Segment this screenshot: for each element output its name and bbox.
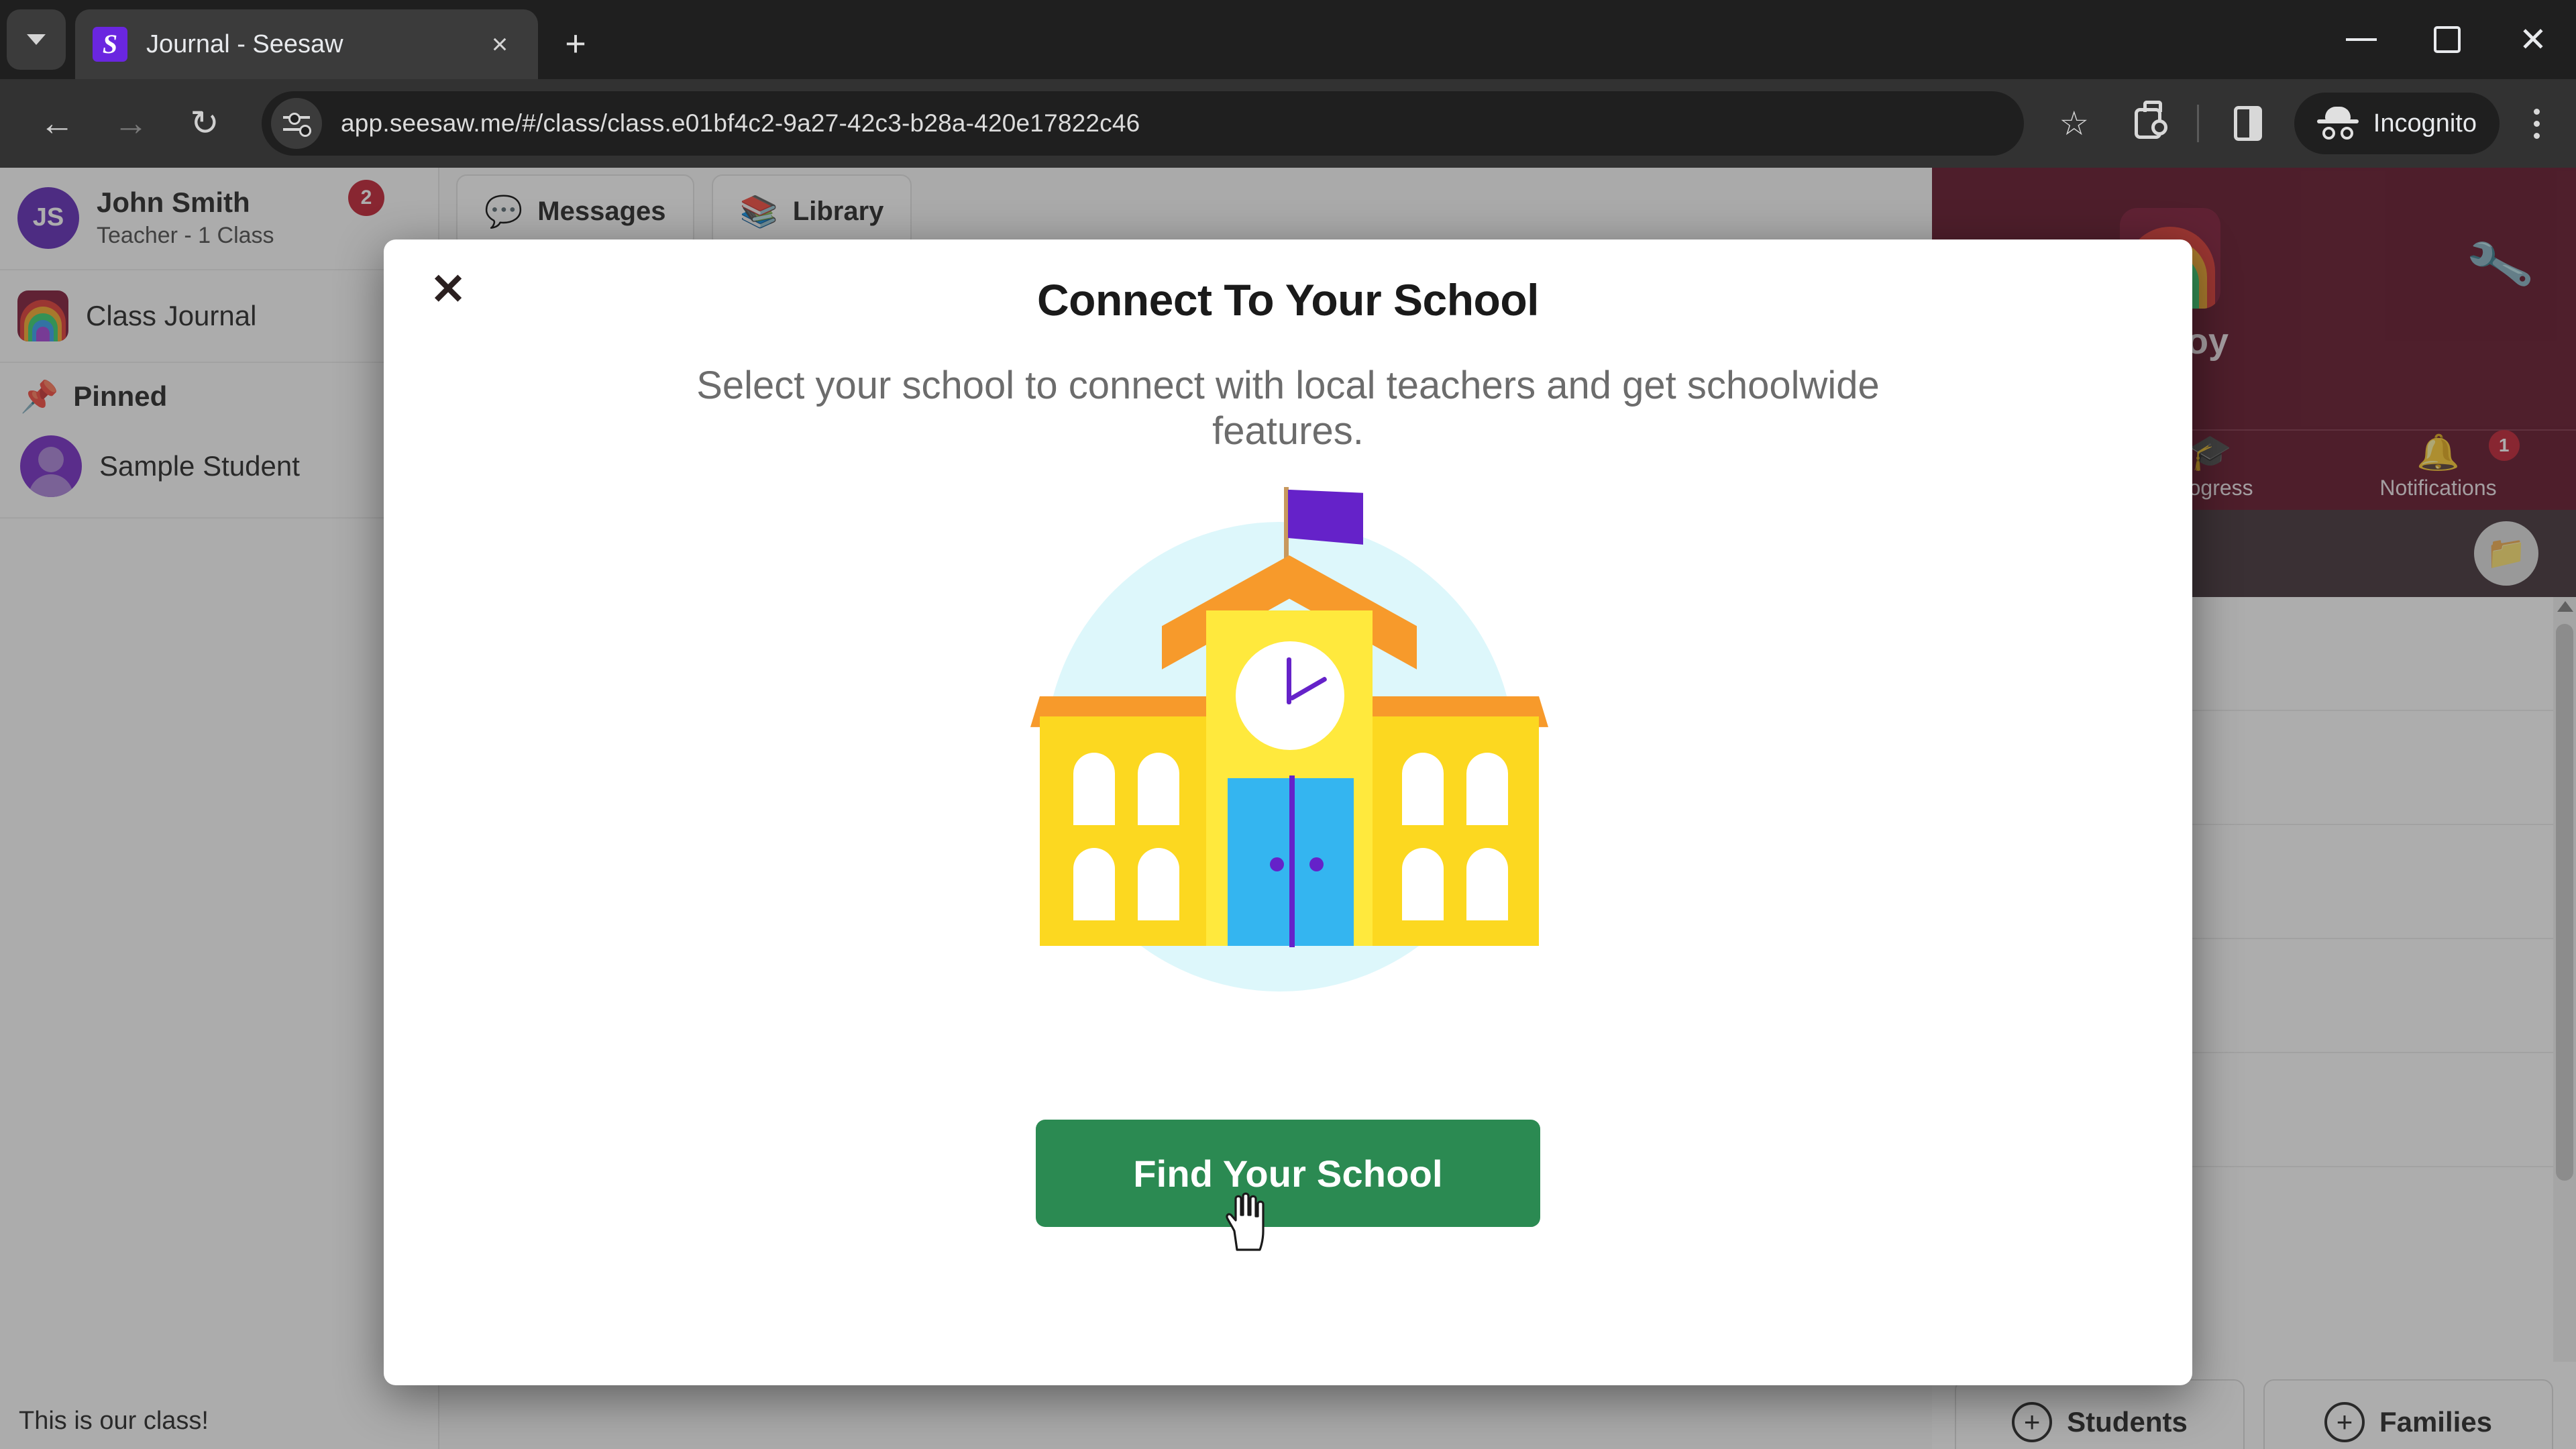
close-icon: ✕ xyxy=(2519,21,2547,58)
minimize-icon xyxy=(2346,38,2377,41)
tab-title: Journal - Seesaw xyxy=(146,30,343,58)
side-panel-button[interactable] xyxy=(2211,87,2285,160)
maximize-icon xyxy=(2434,26,2461,53)
toolbar-right: ☆ Incognito xyxy=(2037,87,2576,160)
tab-strip: S Journal - Seesaw × + ✕ xyxy=(0,0,2576,79)
modal-title: Connect To Your School xyxy=(1037,275,1540,325)
screen: S Journal - Seesaw × + ✕ ← → ↻ app.seesa… xyxy=(0,0,2576,1449)
bookmark-button[interactable]: ☆ xyxy=(2037,87,2111,160)
modal-subtitle: Select your school to connect with local… xyxy=(696,364,1880,453)
new-tab-button[interactable]: + xyxy=(551,21,600,70)
close-icon[interactable]: × xyxy=(479,23,521,65)
star-icon: ☆ xyxy=(2059,105,2090,142)
tab-search-button[interactable] xyxy=(7,9,66,70)
reload-button[interactable]: ↻ xyxy=(168,87,241,160)
connect-school-modal: ✕ Connect To Your School Select your sch… xyxy=(384,239,2192,1385)
chrome-menu-button[interactable] xyxy=(2506,108,2567,139)
chevron-down-icon xyxy=(27,34,46,45)
side-panel-icon xyxy=(2233,106,2262,141)
browser-toolbar: ← → ↻ app.seesaw.me/#/class/class.e01bf4… xyxy=(0,79,2576,168)
site-settings-icon[interactable] xyxy=(271,98,322,149)
find-your-school-button[interactable]: Find Your School xyxy=(1036,1120,1540,1227)
window-close-button[interactable]: ✕ xyxy=(2490,0,2576,79)
puzzle-piece-icon xyxy=(2134,101,2167,139)
tune-icon xyxy=(283,112,311,137)
url-text: app.seesaw.me/#/class/class.e01bf4c2-9a2… xyxy=(341,109,1140,137)
incognito-icon xyxy=(2316,107,2359,140)
browser-chrome: S Journal - Seesaw × + ✕ ← → ↻ app.seesa… xyxy=(0,0,2576,168)
incognito-label: Incognito xyxy=(2373,109,2477,138)
address-bar[interactable]: app.seesaw.me/#/class/class.e01bf4c2-9a2… xyxy=(262,91,2024,156)
close-icon[interactable]: ✕ xyxy=(417,258,479,320)
browser-tab[interactable]: S Journal - Seesaw × xyxy=(75,9,538,79)
minimize-button[interactable] xyxy=(2318,0,2404,79)
window-controls: ✕ xyxy=(2318,0,2576,79)
extensions-button[interactable] xyxy=(2111,87,2185,160)
toolbar-divider xyxy=(2196,105,2199,142)
incognito-profile-button[interactable]: Incognito xyxy=(2294,93,2500,154)
forward-button[interactable]: → xyxy=(94,87,168,160)
seesaw-logo-icon: S xyxy=(93,27,127,62)
school-building-illustration xyxy=(1006,482,1570,991)
maximize-button[interactable] xyxy=(2404,0,2490,79)
back-button[interactable]: ← xyxy=(20,87,94,160)
